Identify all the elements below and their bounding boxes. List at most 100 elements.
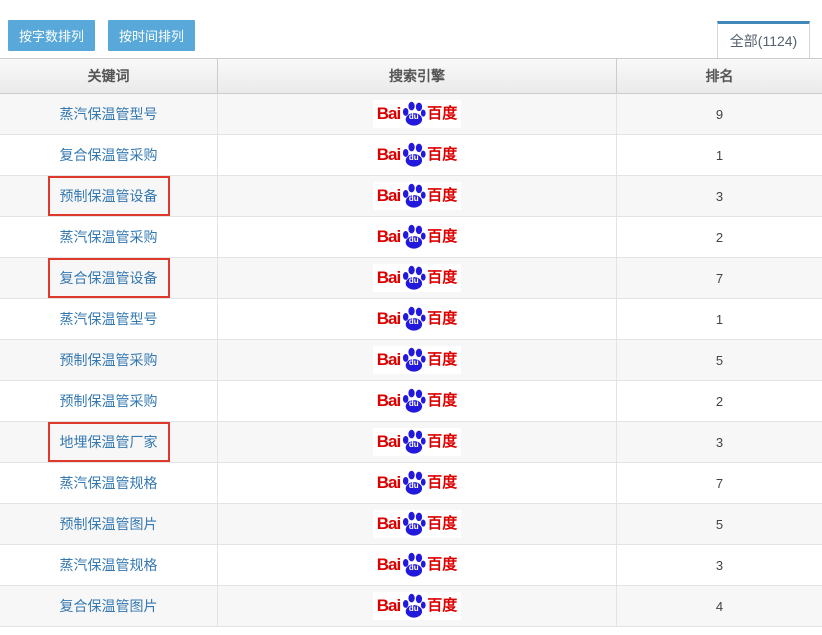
- keyword-highlight-box: 预制保温管设备: [48, 176, 170, 216]
- keyword-link[interactable]: 地埋保温管厂家: [60, 432, 158, 452]
- baidu-paw-icon: du: [401, 347, 426, 372]
- keyword-link[interactable]: 预制保温管采购: [60, 391, 158, 411]
- baidu-paw-icon: du: [401, 429, 426, 454]
- rank-value: 4: [617, 586, 822, 626]
- keyword-link[interactable]: 蒸汽保温管采购: [60, 227, 158, 247]
- baidu-logo: Bai du 百度: [373, 592, 461, 620]
- keyword-link[interactable]: 复合保温管图片: [60, 596, 158, 616]
- table-row: 蒸汽保温管采购 Bai du: [0, 217, 822, 258]
- keyword-highlight-box: 复合保温管图片: [48, 586, 170, 626]
- table-body: 蒸汽保温管型号 Bai du: [0, 94, 822, 627]
- keyword-cell: 预制保温管采购: [0, 340, 218, 380]
- search-engine-cell: Bai du 百度: [218, 422, 617, 462]
- keyword-link[interactable]: 蒸汽保温管规格: [60, 473, 158, 493]
- baidu-logo-du-text: du: [409, 605, 419, 613]
- baidu-logo-cn-text: 百度: [427, 597, 457, 615]
- baidu-logo: Bai du 百度: [373, 428, 461, 456]
- search-engine-cell: Bai du 百度: [218, 217, 617, 257]
- keyword-link[interactable]: 复合保温管采购: [60, 145, 158, 165]
- rank-value: 7: [617, 463, 822, 503]
- table-row: 预制保温管设备 Bai du: [0, 176, 822, 217]
- search-engine-cell: Bai du 百度: [218, 299, 617, 339]
- baidu-logo: Bai du 百度: [373, 346, 461, 374]
- keyword-rank-page: 按字数排列 按时间排列 全部(1124) 关键词 搜索引擎 排名 蒸汽保温管型号…: [0, 0, 822, 635]
- keyword-link[interactable]: 预制保温管设备: [60, 186, 158, 206]
- keyword-link[interactable]: 预制保温管采购: [60, 350, 158, 370]
- baidu-logo-bai-text: Bai: [377, 187, 400, 205]
- rank-value: 3: [617, 545, 822, 585]
- baidu-logo-bai-text: Bai: [377, 433, 400, 451]
- keyword-highlight-box: 蒸汽保温管规格: [48, 545, 170, 585]
- keyword-link[interactable]: 蒸汽保温管规格: [60, 555, 158, 575]
- baidu-paw-icon: du: [401, 142, 426, 167]
- rank-value: 1: [617, 299, 822, 339]
- baidu-logo: Bai du 百度: [373, 469, 461, 497]
- keyword-link[interactable]: 蒸汽保温管型号: [60, 309, 158, 329]
- keyword-cell: 复合保温管设备: [0, 258, 218, 298]
- rank-value: 5: [617, 504, 822, 544]
- table-row: 预制保温管采购 Bai du: [0, 340, 822, 381]
- baidu-logo-cn-text: 百度: [427, 392, 457, 410]
- rank-value: 3: [617, 422, 822, 462]
- baidu-logo: Bai du 百度: [373, 387, 461, 415]
- baidu-logo-bai-text: Bai: [377, 515, 400, 533]
- baidu-logo-bai-text: Bai: [377, 146, 400, 164]
- baidu-logo-cn-text: 百度: [427, 105, 457, 123]
- baidu-paw-icon: du: [401, 388, 426, 413]
- baidu-paw-icon: du: [401, 511, 426, 536]
- baidu-logo-du-text: du: [409, 113, 419, 121]
- rank-value: 3: [617, 176, 822, 216]
- keyword-highlight-box: 复合保温管采购: [48, 135, 170, 175]
- baidu-logo-bai-text: Bai: [377, 474, 400, 492]
- table-row: 蒸汽保温管型号 Bai du: [0, 94, 822, 135]
- baidu-logo-du-text: du: [409, 154, 419, 162]
- keyword-link[interactable]: 蒸汽保温管型号: [60, 104, 158, 124]
- table-row: 预制保温管采购 Bai du: [0, 381, 822, 422]
- column-header-search-engine: 搜索引擎: [218, 59, 617, 93]
- baidu-logo: Bai du 百度: [373, 551, 461, 579]
- baidu-logo-cn-text: 百度: [427, 474, 457, 492]
- baidu-logo-du-text: du: [409, 236, 419, 244]
- keyword-cell: 预制保温管图片: [0, 504, 218, 544]
- keyword-cell: 蒸汽保温管采购: [0, 217, 218, 257]
- sort-by-time-button[interactable]: 按时间排列: [108, 20, 195, 51]
- baidu-logo-bai-text: Bai: [377, 556, 400, 574]
- table-row: 地埋保温管厂家 Bai du: [0, 422, 822, 463]
- baidu-logo: Bai du 百度: [373, 100, 461, 128]
- keyword-cell: 蒸汽保温管规格: [0, 463, 218, 503]
- sort-by-wordcount-button[interactable]: 按字数排列: [8, 20, 95, 51]
- baidu-logo: Bai du 百度: [373, 264, 461, 292]
- keyword-highlight-box: 预制保温管采购: [48, 381, 170, 421]
- table-row: 复合保温管采购 Bai du: [0, 135, 822, 176]
- baidu-logo-du-text: du: [409, 400, 419, 408]
- table-row: 复合保温管图片 Bai du: [0, 586, 822, 627]
- keyword-cell: 地埋保温管厂家: [0, 422, 218, 462]
- table-row: 蒸汽保温管型号 Bai du: [0, 299, 822, 340]
- baidu-logo-cn-text: 百度: [427, 433, 457, 451]
- baidu-logo-cn-text: 百度: [427, 269, 457, 287]
- keyword-link[interactable]: 复合保温管设备: [60, 268, 158, 288]
- keyword-cell: 复合保温管图片: [0, 586, 218, 626]
- baidu-logo-cn-text: 百度: [427, 228, 457, 246]
- rank-value: 2: [617, 381, 822, 421]
- keyword-cell: 蒸汽保温管型号: [0, 299, 218, 339]
- column-header-rank: 排名: [617, 59, 822, 93]
- keyword-rank-table: 关键词 搜索引擎 排名 蒸汽保温管型号 Bai: [0, 58, 822, 627]
- baidu-paw-icon: du: [401, 265, 426, 290]
- keyword-highlight-box: 预制保温管图片: [48, 504, 170, 544]
- search-engine-cell: Bai du 百度: [218, 463, 617, 503]
- column-header-keyword: 关键词: [0, 59, 218, 93]
- baidu-logo-bai-text: Bai: [377, 105, 400, 123]
- baidu-logo: Bai du 百度: [373, 182, 461, 210]
- tab-all[interactable]: 全部(1124): [717, 21, 810, 58]
- baidu-logo-cn-text: 百度: [427, 556, 457, 574]
- search-engine-cell: Bai du 百度: [218, 545, 617, 585]
- baidu-logo-du-text: du: [409, 277, 419, 285]
- search-engine-cell: Bai du 百度: [218, 94, 617, 134]
- baidu-logo-du-text: du: [409, 359, 419, 367]
- baidu-logo: Bai du 百度: [373, 223, 461, 251]
- keyword-link[interactable]: 预制保温管图片: [60, 514, 158, 534]
- baidu-logo-bai-text: Bai: [377, 310, 400, 328]
- keyword-cell: 预制保温管设备: [0, 176, 218, 216]
- baidu-logo-cn-text: 百度: [427, 146, 457, 164]
